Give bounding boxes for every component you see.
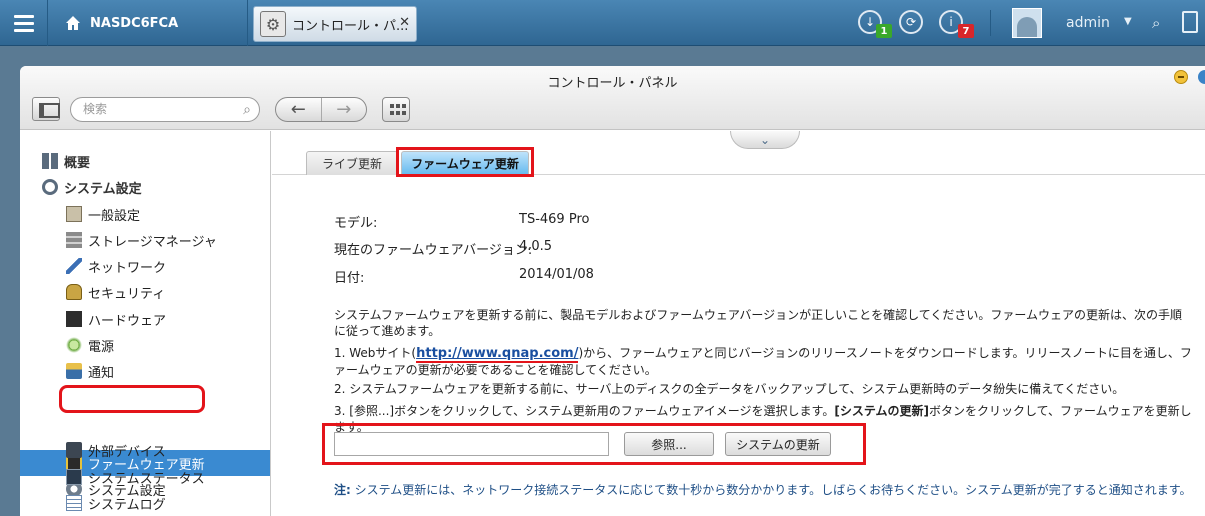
search-icon[interactable]: ⌕	[1152, 14, 1170, 32]
firmware-file-path-input[interactable]	[334, 432, 609, 456]
sidebar-item-overview[interactable]: 概要	[20, 148, 270, 174]
collapse-handle-icon[interactable]: ⌄	[730, 131, 800, 149]
sidebar-item-label: セキュリティ	[88, 286, 166, 302]
forward-button[interactable]: →	[320, 98, 367, 121]
overview-icon	[42, 153, 58, 169]
sync-icon[interactable]: ⟳	[899, 10, 923, 34]
notification-icon	[66, 363, 82, 379]
device-name: NASDC6FCA	[90, 15, 179, 31]
sidebar-item-label: ストレージマネージャ	[88, 234, 217, 250]
tab-control-panel[interactable]: ⚙ コントロール・パ... ✕	[253, 6, 417, 42]
sidebar-item-label: システムステータス	[88, 471, 205, 487]
note-body: システム更新には、ネットワーク接続ステータスに応じて数十秒から数分かかります。し…	[350, 483, 1192, 497]
system-update-button[interactable]: システムの更新	[725, 432, 831, 456]
sidebar-item-notification[interactable]: 通知	[20, 358, 270, 384]
step-1-prefix: 1. Webサイト(	[334, 346, 417, 360]
system-gear-icon	[42, 179, 58, 195]
sidebar-item-security[interactable]: セキュリティ	[20, 279, 270, 305]
step-3-text-a: 3. [参照...]ボタンをクリックして、システム更新用のファームウェアイメージ…	[334, 404, 835, 418]
sidebar-item-label: 電源	[88, 339, 115, 355]
info-badge: 7	[958, 24, 974, 38]
tab-bar: ⌄ ライブ更新 ファームウェア更新	[272, 131, 1205, 177]
search-input[interactable]: 検索 ⌕	[70, 97, 260, 122]
sidebar-item-hardware[interactable]: ハードウェア	[20, 306, 270, 332]
main-content: ⌄ ライブ更新 ファームウェア更新 モデル: TS-469 Pro 現在のファー…	[272, 131, 1205, 516]
log-icon	[66, 495, 82, 511]
sidebar-item-label: 一般設定	[88, 208, 141, 224]
top-bar: NASDC6FCA ⚙ コントロール・パ... ✕ ↓ 1 ⟳ i 7 admi…	[0, 0, 1205, 46]
search-placeholder: 検索	[83, 102, 108, 116]
storage-icon	[66, 232, 82, 248]
sidebar-item-general[interactable]: 一般設定	[20, 201, 270, 227]
sidebar-item-system-log[interactable]: システムログ	[20, 490, 270, 516]
sidebar-item-label: システムログ	[88, 497, 166, 513]
gear-icon: ⚙	[260, 11, 286, 37]
sidebar-item-label: 概要	[64, 155, 91, 171]
note-text: 注: システム更新には、ネットワーク接続ステータスに応じて数十秒から数分かかりま…	[334, 481, 1192, 498]
sidebar-item-network[interactable]: ネットワーク	[20, 253, 270, 279]
user-name[interactable]: admin	[1066, 15, 1110, 31]
window-header: コントロール・パネル 検索 ⌕ ← →	[20, 66, 1205, 130]
download-badge: 1	[876, 24, 892, 38]
step-1: 1. Webサイト(http://www.qnap.com/)から、ファームウェ…	[334, 345, 1202, 378]
date-label: 日付:	[334, 271, 365, 286]
sidebar-item-power[interactable]: 電源	[20, 332, 270, 358]
sidebar-item-system-settings-section[interactable]: システム設定	[20, 174, 270, 200]
sidebar-item-storage[interactable]: ストレージマネージャ	[20, 227, 270, 253]
note-label: 注:	[334, 483, 351, 497]
avatar-icon[interactable]	[1012, 8, 1042, 38]
window-title: コントロール・パネル	[547, 76, 678, 91]
home-button[interactable]: NASDC6FCA	[48, 0, 248, 46]
model-value: TS-469 Pro	[519, 212, 590, 227]
highlight-box-tab	[396, 147, 534, 177]
qnap-link[interactable]: http://www.qnap.com/	[416, 346, 579, 363]
hardware-icon	[66, 311, 82, 327]
sidebar-item-label: システム設定	[64, 181, 142, 197]
browse-button[interactable]: 参照...	[624, 432, 714, 456]
lock-icon	[66, 284, 82, 300]
apps-grid-icon[interactable]	[382, 97, 410, 122]
sidebar-item-label: 通知	[88, 365, 115, 381]
version-value: 4.0.5	[519, 239, 553, 254]
chevron-down-icon[interactable]: ▼	[1124, 16, 1132, 27]
sidebar-item-external-device[interactable]: 外部デバイス	[20, 437, 270, 463]
back-button[interactable]: ←	[276, 98, 321, 121]
step-2: 2. システムファームウェアを更新する前に、サーバ上のディスクの全データをバック…	[334, 382, 1125, 396]
close-window-icon[interactable]	[1198, 70, 1205, 84]
close-icon[interactable]: ✕	[399, 15, 410, 30]
sidebar-item-label: 外部デバイス	[88, 444, 166, 460]
navigation-buttons: ← →	[275, 97, 367, 122]
model-label: モデル:	[334, 216, 378, 231]
document-icon[interactable]	[1182, 11, 1198, 33]
status-monitor-icon	[66, 469, 82, 485]
network-icon	[66, 258, 82, 274]
toolbar-divider	[990, 10, 991, 36]
sidebar-item-system-status[interactable]: システムステータス	[20, 464, 270, 490]
version-label: 現在のファームウェアバージョン:	[334, 243, 533, 258]
home-icon	[66, 16, 80, 30]
view-toggle-button[interactable]	[32, 97, 60, 121]
search-icon: ⌕	[243, 102, 251, 118]
intro-text: システムファームウェアを更新する前に、製品モデルおよびファームウェアバージョンが…	[334, 308, 1183, 338]
step-3-text-b: [システムの更新]	[834, 404, 929, 418]
date-value: 2014/01/08	[519, 267, 594, 282]
menu-icon[interactable]	[0, 0, 48, 46]
tab-live-update[interactable]: ライブ更新	[306, 151, 398, 175]
external-device-icon	[66, 442, 82, 458]
tab-control-panel-label: コントロール・パ...	[292, 18, 409, 34]
general-settings-icon	[66, 206, 82, 222]
power-icon	[66, 337, 82, 353]
highlight-box-sidebar	[59, 385, 205, 413]
minimize-icon[interactable]	[1174, 70, 1188, 84]
sidebar-item-label: ハードウェア	[88, 313, 167, 329]
sidebar-item-label: ネットワーク	[88, 260, 167, 276]
